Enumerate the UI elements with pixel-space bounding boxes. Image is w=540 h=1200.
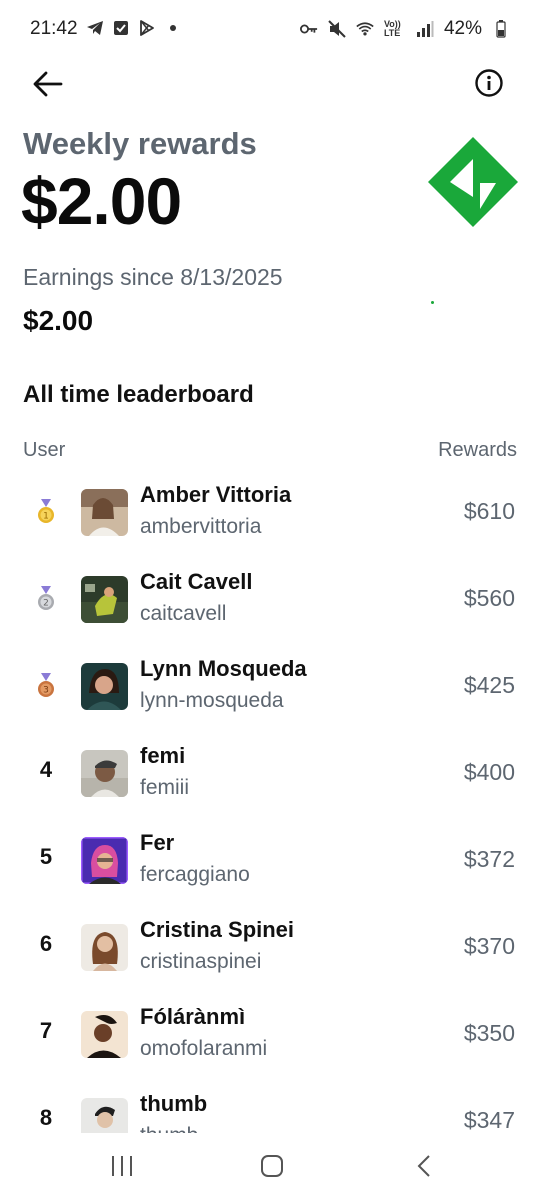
user-handle: omofolaranmi: [140, 1037, 268, 1060]
user-handle: lynn-mosqueda: [140, 689, 284, 712]
avatar: [81, 1098, 128, 1133]
green-diamond-logo: [428, 137, 518, 227]
leaderboard-row[interactable]: 1 Amber Vittoria ambervittoria $610: [0, 468, 540, 555]
recents-icon: [112, 1156, 132, 1176]
user-handle: thumb: [140, 1124, 198, 1133]
nav-back-button[interactable]: [404, 1151, 444, 1181]
weekly-rewards-amount: $2.00: [21, 164, 182, 238]
user-name: Fólárànmì: [140, 1004, 246, 1029]
user-name: Lynn Mosqueda: [140, 656, 307, 681]
user-handle: cristinaspinei: [140, 950, 262, 973]
user-reward: $610: [463, 498, 515, 524]
rank-number: 6: [39, 931, 53, 956]
silver-medal-icon: 2: [36, 586, 56, 612]
info-icon: [475, 69, 503, 97]
earnings-label: Earnings since 8/13/2025: [23, 264, 283, 290]
battery-icon: [492, 20, 510, 38]
recents-button[interactable]: [102, 1151, 142, 1181]
user-reward: $560: [463, 585, 515, 611]
user-reward: $370: [463, 933, 515, 959]
battery-text: 42%: [443, 18, 482, 39]
user-reward: $347: [463, 1107, 515, 1133]
key-icon: [299, 20, 318, 38]
leaderboard-row[interactable]: 7 Fólárànmì omofolaranmi $350: [0, 990, 540, 1077]
gold-medal-icon: 1: [36, 499, 56, 525]
user-handle: caitcavell: [140, 602, 227, 625]
system-nav-bar: [0, 1133, 540, 1200]
status-time: 21:42: [30, 18, 78, 39]
mute-icon: [328, 20, 346, 38]
avatar: [81, 1011, 128, 1058]
home-icon: [261, 1155, 283, 1177]
avatar: [81, 924, 128, 971]
leaderboard-row[interactable]: 4 femi femiii $400: [0, 729, 540, 816]
avatar: [81, 750, 128, 797]
user-reward: $425: [463, 672, 515, 698]
user-reward: $350: [463, 1020, 515, 1046]
user-name: Cristina Spinei: [140, 917, 295, 942]
back-button[interactable]: [32, 68, 64, 100]
user-handle: fercaggiano: [140, 863, 250, 886]
user-name: Amber Vittoria: [140, 482, 292, 507]
leaderboard-list[interactable]: 1 Amber Vittoria ambervittoria $610 2 Ca…: [0, 468, 540, 1133]
user-name: thumb: [140, 1091, 208, 1116]
avatar: [81, 837, 128, 884]
volte-icon: Vo)) LTE: [383, 19, 401, 38]
leaderboard-row[interactable]: 5 Fer fercaggiano $372: [0, 816, 540, 903]
user-reward: $372: [463, 846, 515, 872]
leaderboard-row[interactable]: 6 Cristina Spinei cristinaspinei $370: [0, 903, 540, 990]
leaderboard-row[interactable]: 3 Lynn Mosqueda lynn-mosqueda $425: [0, 642, 540, 729]
nav-back-icon: [417, 1155, 430, 1177]
telegram-icon: [86, 19, 104, 37]
signal-icon: [416, 20, 434, 38]
column-header-rewards: Rewards: [438, 439, 517, 461]
info-button[interactable]: [474, 68, 504, 98]
green-dot-indicator: [431, 301, 434, 304]
svg-text:1: 1: [43, 512, 49, 522]
check-box-icon: [112, 19, 130, 37]
user-reward: $400: [463, 759, 515, 785]
play-store-icon: [138, 19, 156, 37]
user-handle: femiii: [140, 776, 190, 799]
home-button[interactable]: [252, 1151, 292, 1181]
back-arrow-icon: [33, 71, 63, 97]
svg-text:2: 2: [43, 599, 49, 609]
user-name: Cait Cavell: [140, 569, 253, 594]
user-name: femi: [140, 743, 186, 768]
avatar: [81, 576, 128, 623]
column-header-user: User: [23, 439, 66, 461]
leaderboard-row[interactable]: 2 Cait Cavell caitcavell $560: [0, 555, 540, 642]
rank-number: 7: [39, 1018, 53, 1043]
dot-icon: [164, 19, 182, 37]
rank-number: 5: [39, 844, 53, 869]
earnings-amount: $2.00: [23, 305, 94, 336]
status-bar: 21:42 Vo)) LTE 42%: [0, 0, 540, 62]
user-handle: ambervittoria: [140, 515, 262, 538]
bronze-medal-icon: 3: [36, 673, 56, 699]
status-left-icons: [86, 19, 182, 37]
leaderboard-row[interactable]: 8 thumb thumb $347: [0, 1077, 540, 1133]
avatar: [81, 663, 128, 710]
status-right: Vo)) LTE 42%: [299, 18, 510, 40]
weekly-rewards-title: Weekly rewards: [23, 126, 257, 161]
leaderboard-title: All time leaderboard: [23, 381, 254, 408]
avatar: [81, 489, 128, 536]
user-name: Fer: [140, 830, 175, 855]
wifi-icon: [356, 20, 374, 38]
rank-number: 8: [39, 1105, 53, 1130]
svg-text:3: 3: [43, 686, 49, 696]
rank-number: 4: [39, 757, 53, 782]
